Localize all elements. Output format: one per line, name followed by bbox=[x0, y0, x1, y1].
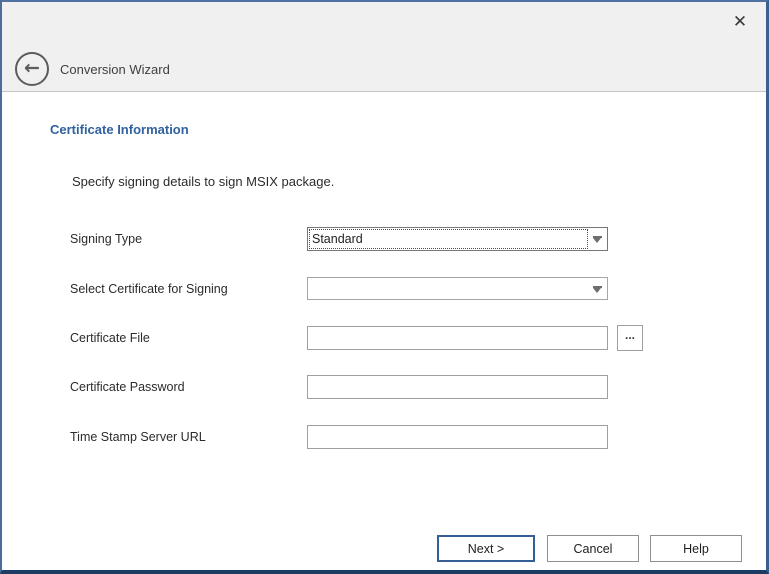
signing-type-combobox[interactable]: Standard bbox=[307, 227, 608, 251]
help-button[interactable]: Help bbox=[650, 535, 742, 562]
back-button[interactable]: ← bbox=[15, 52, 49, 86]
back-arrow-icon: ← bbox=[24, 59, 40, 78]
certificate-file-input[interactable] bbox=[307, 326, 608, 350]
cancel-button[interactable]: Cancel bbox=[547, 535, 639, 562]
description-text: Specify signing details to sign MSIX pac… bbox=[72, 174, 334, 189]
wizard-header: ✕ ← Conversion Wizard bbox=[2, 2, 766, 92]
signing-type-value: Standard bbox=[309, 229, 588, 249]
timestamp-url-label: Time Stamp Server URL bbox=[70, 430, 206, 444]
close-button[interactable]: ✕ bbox=[726, 8, 754, 36]
conversion-wizard-dialog: ✕ ← Conversion Wizard Certificate Inform… bbox=[0, 0, 769, 574]
signing-type-label: Signing Type bbox=[70, 232, 142, 246]
next-button[interactable]: Next > bbox=[437, 535, 535, 562]
certificate-select-label: Select Certificate for Signing bbox=[70, 282, 228, 296]
certificate-select-combobox[interactable] bbox=[307, 277, 608, 300]
timestamp-url-input[interactable] bbox=[307, 425, 608, 449]
browse-button[interactable]: ... bbox=[617, 325, 643, 351]
certificate-select-value bbox=[309, 279, 588, 298]
certificate-password-label: Certificate Password bbox=[70, 380, 185, 394]
close-icon: ✕ bbox=[733, 14, 747, 31]
section-title: Certificate Information bbox=[50, 122, 189, 137]
chevron-down-icon bbox=[593, 236, 602, 244]
certificate-password-input[interactable] bbox=[307, 375, 608, 399]
chevron-down-icon bbox=[593, 286, 602, 294]
certificate-file-label: Certificate File bbox=[70, 331, 150, 345]
wizard-title: Conversion Wizard bbox=[60, 62, 170, 77]
